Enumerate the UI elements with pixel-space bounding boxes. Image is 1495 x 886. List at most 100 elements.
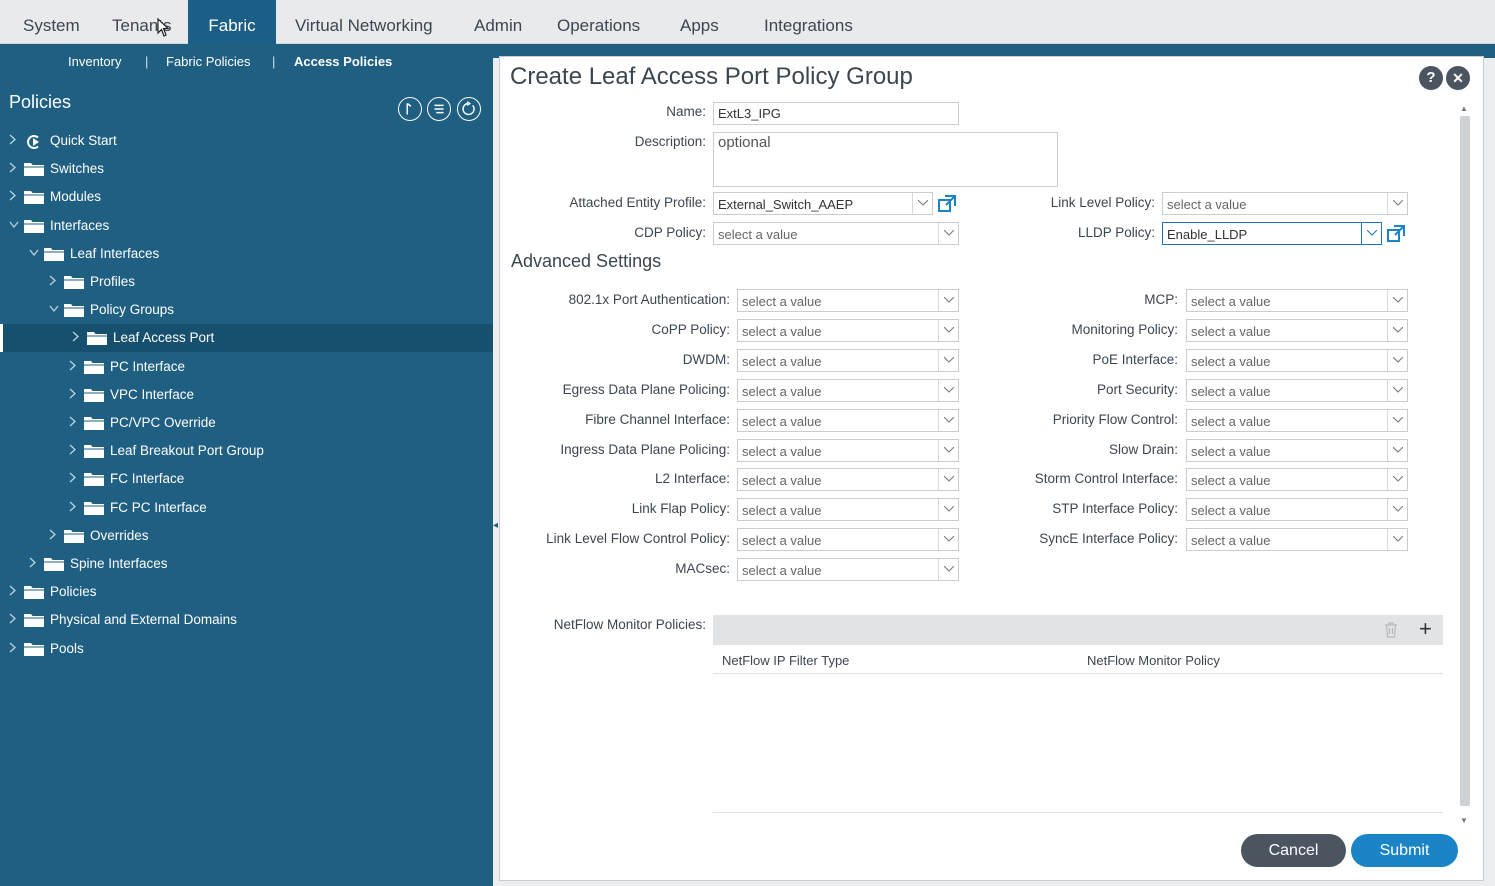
tree-item-pc-vpc-override[interactable]: PC/VPC Override xyxy=(0,409,493,437)
create-aep-icon[interactable] xyxy=(938,195,956,213)
chevron-down-icon[interactable] xyxy=(938,499,958,521)
aep-select[interactable]: External_Switch_AAEP xyxy=(713,192,933,215)
tab-admin[interactable]: Admin xyxy=(474,0,522,44)
tree-item-pools[interactable]: Pools xyxy=(0,635,493,663)
chevron-right-icon[interactable] xyxy=(9,190,19,202)
netflow-col-filter-type[interactable]: NetFlow IP Filter Type xyxy=(722,653,849,668)
netflow-col-monitor-policy[interactable]: NetFlow Monitor Policy xyxy=(1087,653,1220,668)
chevron-down-icon[interactable] xyxy=(49,303,59,315)
fibre-channel-interface-select[interactable]: select a value xyxy=(737,408,959,432)
cdp-select[interactable]: select a value xyxy=(713,222,959,245)
stp-interface-policy-select[interactable]: select a value xyxy=(1186,498,1408,522)
tab-integrations[interactable]: Integrations xyxy=(764,0,853,44)
chevron-down-icon[interactable] xyxy=(938,409,958,431)
ingress-data-plane-policing-select[interactable]: select a value xyxy=(737,438,959,462)
chevron-down-icon[interactable] xyxy=(1387,409,1407,431)
name-input[interactable]: ExtL3_IPG xyxy=(713,102,959,125)
dialog-scrollbar[interactable]: ▲ ▼ xyxy=(1458,102,1472,827)
chevron-down-icon[interactable] xyxy=(938,469,958,491)
chevron-right-icon[interactable] xyxy=(29,557,39,569)
chevron-down-icon[interactable] xyxy=(1361,223,1381,244)
storm-control-interface-select[interactable]: select a value xyxy=(1186,468,1408,492)
chevron-down-icon[interactable] xyxy=(938,559,958,581)
refresh-icon[interactable] xyxy=(457,97,481,121)
chevron-down-icon[interactable] xyxy=(938,529,958,551)
802-1x-port-authentication-select[interactable]: select a value xyxy=(737,289,959,312)
chevron-down-icon[interactable] xyxy=(938,319,958,341)
chevron-down-icon[interactable] xyxy=(938,439,958,461)
lldp-select[interactable]: Enable_LLDP xyxy=(1162,222,1382,245)
macsec-select[interactable]: select a value xyxy=(737,558,959,582)
chevron-down-icon[interactable] xyxy=(938,223,958,244)
chevron-right-icon[interactable] xyxy=(9,134,19,146)
tree-item-leaf-breakout-port-group[interactable]: Leaf Breakout Port Group xyxy=(0,437,493,465)
chevron-down-icon[interactable] xyxy=(1387,193,1407,214)
tab-virtual-networking[interactable]: Virtual Networking xyxy=(295,0,433,44)
tree-item-leaf-interfaces[interactable]: Leaf Interfaces xyxy=(0,240,493,268)
chevron-down-icon[interactable] xyxy=(938,379,958,401)
port-security-select[interactable]: select a value xyxy=(1186,378,1408,402)
tree-item-overrides[interactable]: Overrides xyxy=(0,522,493,550)
tab-operations[interactable]: Operations xyxy=(557,0,640,44)
l2-interface-select[interactable]: select a value xyxy=(737,468,959,492)
chevron-right-icon[interactable] xyxy=(49,275,59,287)
dwdm-select[interactable]: select a value xyxy=(737,348,959,372)
tab-apps[interactable]: Apps xyxy=(680,0,719,44)
egress-data-plane-policing-select[interactable]: select a value xyxy=(737,378,959,402)
scrollbar-thumb[interactable] xyxy=(1460,116,1470,806)
chevron-right-icon[interactable] xyxy=(69,501,79,513)
link-level-select[interactable]: select a value xyxy=(1162,192,1408,215)
chevron-right-icon[interactable] xyxy=(49,529,59,541)
trash-icon[interactable] xyxy=(1384,622,1398,638)
scroll-down-icon[interactable]: ▼ xyxy=(1460,816,1468,825)
tree-item-leaf-access-port[interactable]: Leaf Access Port xyxy=(0,324,493,353)
chevron-right-icon[interactable] xyxy=(69,416,79,428)
tree-item-fc-pc-interface[interactable]: FC PC Interface xyxy=(0,494,493,522)
chevron-down-icon[interactable] xyxy=(29,247,39,259)
chevron-down-icon[interactable] xyxy=(1387,290,1407,311)
chevron-down-icon[interactable] xyxy=(1387,379,1407,401)
tree-item-vpc-interface[interactable]: VPC Interface xyxy=(0,381,493,409)
tab-system[interactable]: System xyxy=(23,0,80,44)
tree-item-quick-start[interactable]: Quick Start xyxy=(0,127,493,155)
subnav-inventory[interactable]: Inventory xyxy=(68,54,121,69)
chevron-right-icon[interactable] xyxy=(72,331,82,343)
add-icon[interactable]: + xyxy=(1419,616,1432,642)
slow-drain-select[interactable]: select a value xyxy=(1186,438,1408,462)
tree-item-switches[interactable]: Switches xyxy=(0,155,493,183)
link-flap-policy-select[interactable]: select a value xyxy=(737,498,959,522)
chevron-right-icon[interactable] xyxy=(69,388,79,400)
tree-item-policy-groups[interactable]: Policy Groups xyxy=(0,296,493,324)
subnav-fabric-policies[interactable]: Fabric Policies xyxy=(166,54,251,69)
help-icon[interactable]: ? xyxy=(1419,66,1443,90)
tab-fabric[interactable]: Fabric xyxy=(188,0,276,44)
tree-item-pc-interface[interactable]: PC Interface xyxy=(0,353,493,381)
list-icon[interactable] xyxy=(427,97,451,121)
scroll-up-icon[interactable]: ▲ xyxy=(1460,104,1468,113)
chevron-right-icon[interactable] xyxy=(9,642,19,654)
tree-item-fc-interface[interactable]: FC Interface xyxy=(0,465,493,493)
link-level-flow-control-policy-select[interactable]: select a value xyxy=(737,528,959,552)
monitoring-policy-select[interactable]: select a value xyxy=(1186,318,1408,342)
synce-interface-policy-select[interactable]: select a value xyxy=(1186,528,1408,552)
tree-item-policies[interactable]: Policies xyxy=(0,578,493,606)
priority-flow-control-select[interactable]: select a value xyxy=(1186,408,1408,432)
chevron-down-icon[interactable] xyxy=(1387,499,1407,521)
copp-policy-select[interactable]: select a value xyxy=(737,318,959,342)
mcp-select[interactable]: select a value xyxy=(1186,289,1408,312)
chevron-right-icon[interactable] xyxy=(9,613,19,625)
chevron-down-icon[interactable] xyxy=(912,193,932,214)
chevron-down-icon[interactable] xyxy=(9,219,19,231)
chevron-down-icon[interactable] xyxy=(938,349,958,371)
chevron-right-icon[interactable] xyxy=(69,444,79,456)
chevron-down-icon[interactable] xyxy=(938,290,958,311)
chevron-down-icon[interactable] xyxy=(1387,319,1407,341)
tree-item-profiles[interactable]: Profiles xyxy=(0,268,493,296)
tree-item-modules[interactable]: Modules xyxy=(0,183,493,211)
chevron-down-icon[interactable] xyxy=(1387,529,1407,551)
chevron-right-icon[interactable] xyxy=(69,472,79,484)
expand-all-icon[interactable] xyxy=(398,97,422,121)
close-icon[interactable]: ✕ xyxy=(1446,66,1470,90)
chevron-down-icon[interactable] xyxy=(1387,439,1407,461)
create-lldp-icon[interactable] xyxy=(1387,225,1405,243)
